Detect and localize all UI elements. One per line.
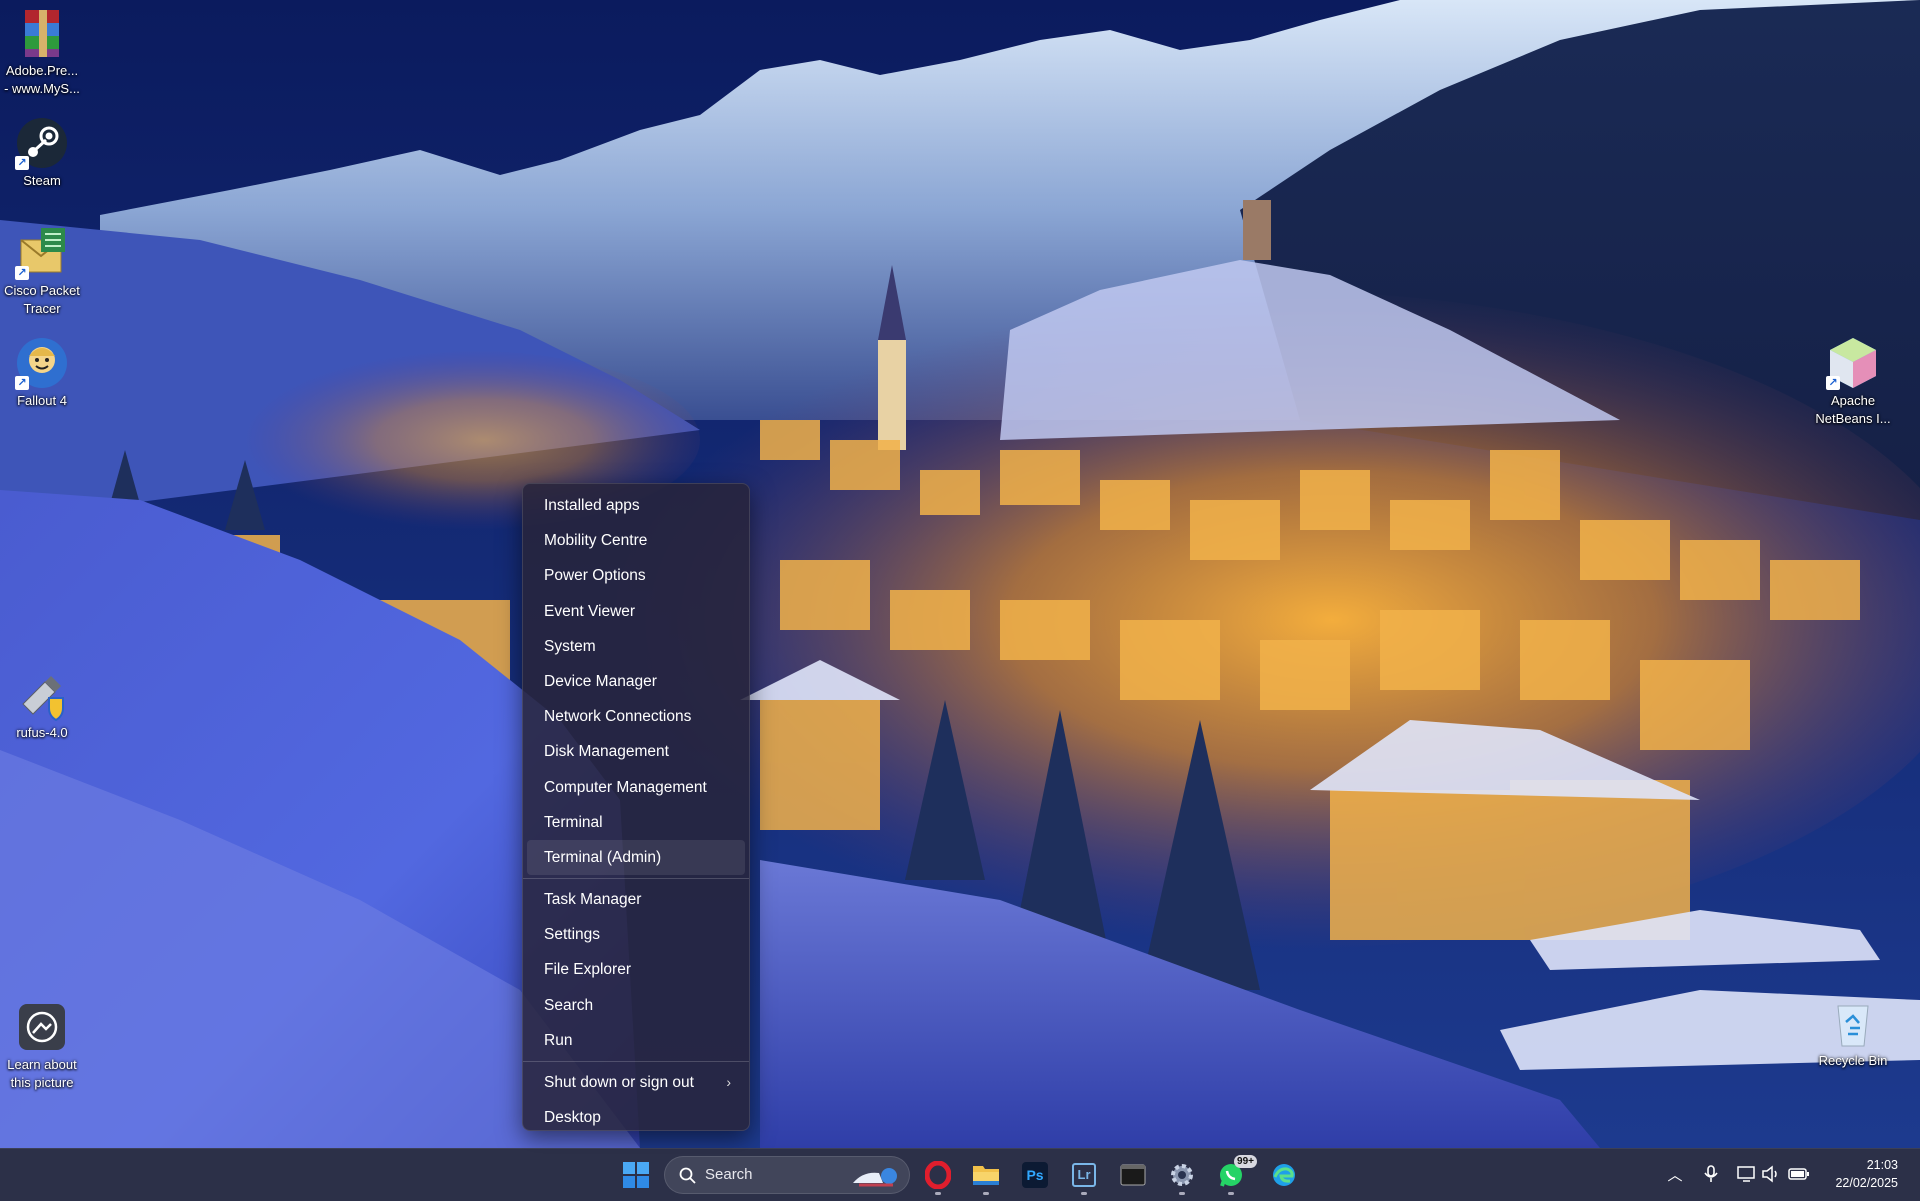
start-icon [623,1162,649,1188]
desktop-icon-label: Recycle Bin [1818,1053,1888,1068]
start-button[interactable] [616,1157,656,1193]
menu-item-terminal-admin[interactable]: Terminal (Admin) [527,839,745,876]
file-explorer-icon [973,1166,999,1185]
menu-item-settings[interactable]: Settings [527,917,745,952]
taskbar-settings[interactable] [1162,1157,1202,1195]
lightroom-icon: Lr [1072,1163,1096,1187]
taskbar-search-box[interactable]: Search [664,1156,910,1194]
shortcut-arrow-icon: ↗ [15,156,29,170]
desktop-icon-apache-netbeans[interactable]: ↗ Apache NetBeans I... [1811,336,1895,428]
menu-item-event-viewer[interactable]: Event Viewer [527,594,745,629]
taskbar-edge[interactable] [1264,1157,1304,1193]
taskbar-file-explorer[interactable] [966,1157,1006,1195]
shortcut-arrow-icon: ↗ [15,376,29,390]
running-indicator [1081,1192,1087,1195]
desktop-icon-learn-about-picture[interactable]: Learn about this picture [0,1000,84,1092]
menu-item-terminal[interactable]: Terminal [527,805,745,840]
menu-item-file-explorer[interactable]: File Explorer [527,952,745,987]
chevron-up-icon[interactable]: ︿ [1664,1163,1686,1185]
menu-item-label: Shut down or sign out [544,1074,694,1091]
winx-context-menu: Installed apps Mobility Centre Power Opt… [522,483,750,1131]
desktop-icon-label: Cisco Packet Tracer [4,283,80,316]
menu-item-device-manager[interactable]: Device Manager [527,664,745,699]
desktop-icon-label: Fallout 4 [17,393,67,408]
running-indicator [935,1192,941,1195]
microphone-icon[interactable] [1700,1163,1722,1185]
clock-time: 21:03 [1866,1158,1898,1172]
desktop-icon-label: Learn about this picture [7,1057,77,1090]
running-indicator [1228,1192,1234,1195]
network-icon[interactable] [1736,1163,1758,1185]
shortcut-arrow-icon: ↗ [1826,376,1840,390]
chevron-right-icon: › [726,1074,731,1090]
desktop-icon-rufus[interactable]: rufus-4.0 [0,668,84,742]
taskbar-whatsapp[interactable]: 99+ [1211,1155,1257,1195]
taskbar-clock[interactable]: 21:03 22/02/2025 [1835,1156,1898,1192]
settings-gear-icon [1171,1164,1193,1186]
running-indicator [983,1192,989,1195]
winrar-archive-icon [15,6,69,60]
desktop-icon-label: Steam [23,173,61,188]
fallout-4-icon: ↗ [15,336,69,390]
recycle-bin-icon [1826,996,1880,1050]
search-highlight-icon [853,1168,897,1187]
menu-separator [523,1061,749,1062]
menu-item-network-connections[interactable]: Network Connections [527,699,745,734]
steam-icon: ↗ [15,116,69,170]
menu-item-system[interactable]: System [527,629,745,664]
wallpaper-art [0,0,1920,1148]
search-placeholder: Search [705,1166,753,1183]
search-icon [679,1167,696,1184]
menu-item-power-options[interactable]: Power Options [527,558,745,593]
menu-item-installed-apps[interactable]: Installed apps [527,488,745,523]
notification-badge: 99+ [1234,1155,1257,1168]
desktop-icon-cisco-packet-tracer[interactable]: ↗ Cisco Packet Tracer [0,226,84,318]
cisco-packet-tracer-icon: ↗ [15,226,69,280]
edge-icon [1273,1164,1295,1186]
desktop-wallpaper [0,0,1920,1148]
desktop-icon-adobe[interactable]: Adobe.Pre... - www.MyS... [0,6,84,98]
taskbar: Search Ps Lr 99+ ︿ 21:03 22/02/2025 [0,1148,1920,1201]
shortcut-arrow-icon: ↗ [15,266,29,280]
battery-icon[interactable] [1788,1163,1810,1185]
opera-icon [925,1161,951,1189]
taskbar-terminal[interactable] [1113,1157,1153,1193]
menu-item-disk-management[interactable]: Disk Management [527,734,745,769]
menu-item-computer-management[interactable]: Computer Management [527,770,745,805]
menu-item-shut-down-or-sign-out[interactable]: Shut down or sign out › [527,1065,745,1100]
menu-item-search[interactable]: Search [527,988,745,1023]
taskbar-photoshop[interactable]: Ps [1015,1157,1055,1193]
netbeans-icon: ↗ [1826,336,1880,390]
desktop-icon-label: Apache NetBeans I... [1815,393,1891,426]
desktop-icon-label: rufus-4.0 [16,725,68,740]
volume-icon[interactable] [1760,1163,1782,1185]
taskbar-opera[interactable] [918,1157,958,1195]
desktop-icon-recycle-bin[interactable]: Recycle Bin [1811,996,1895,1070]
running-indicator [1179,1192,1185,1195]
terminal-icon [1120,1164,1146,1186]
menu-item-task-manager[interactable]: Task Manager [527,882,745,917]
desktop-icon-fallout-4[interactable]: ↗ Fallout 4 [0,336,84,410]
photoshop-icon: Ps [1022,1162,1048,1188]
menu-separator [523,878,749,880]
desktop-icon-label: Adobe.Pre... - www.MyS... [4,63,80,96]
menu-item-run[interactable]: Run [527,1023,745,1058]
menu-item-mobility-centre[interactable]: Mobility Centre [527,523,745,558]
clock-date: 22/02/2025 [1835,1176,1898,1190]
desktop-icon-steam[interactable]: ↗ Steam [0,116,84,190]
taskbar-lightroom[interactable]: Lr [1064,1157,1104,1195]
rufus-usb-icon [15,668,69,722]
learn-about-picture-icon [15,1000,69,1054]
menu-item-desktop[interactable]: Desktop [527,1100,745,1135]
